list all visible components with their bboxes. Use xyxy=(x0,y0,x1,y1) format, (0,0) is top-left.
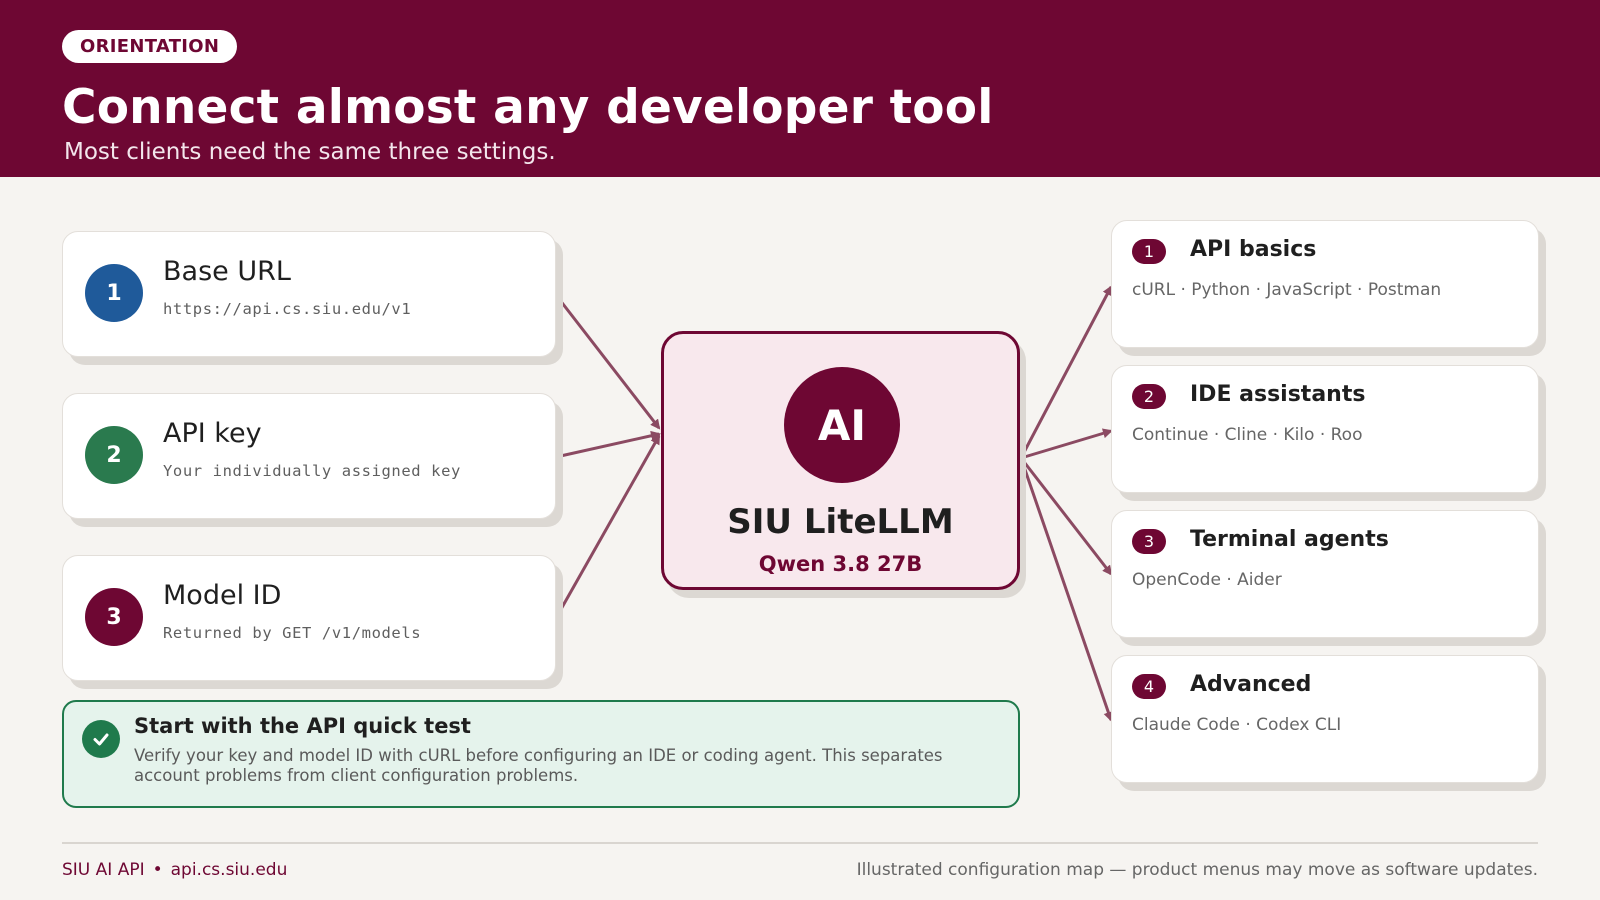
client-card-advanced: 4 Advanced Claude Code · Codex CLI xyxy=(1111,655,1539,783)
arrow-hub-to-advanced xyxy=(1019,457,1114,722)
setting-value: Returned by GET /v1/models xyxy=(163,624,422,642)
callout-body: Verify your key and model ID with cURL b… xyxy=(134,746,943,785)
footer-brand-name: SIU AI API xyxy=(62,860,145,880)
client-tools-list: OpenCode · Aider xyxy=(1132,570,1282,590)
client-category-title: Advanced xyxy=(1190,672,1312,697)
client-tools-list: Continue · Cline · Kilo · Roo xyxy=(1132,425,1363,445)
step-number-badge: 1 xyxy=(85,264,143,322)
arrow-model-id-to-hub xyxy=(554,434,661,619)
client-number-badge: 3 xyxy=(1132,529,1166,554)
setting-value: Your individually assigned key xyxy=(163,462,461,480)
arrow-hub-to-api-basics xyxy=(1019,285,1113,459)
setting-card-base-url: 1 Base URL https://api.cs.siu.edu/v1 xyxy=(62,231,556,357)
client-number-badge: 4 xyxy=(1132,674,1166,699)
client-card-terminal-agents: 3 Terminal agents OpenCode · Aider xyxy=(1111,510,1539,638)
ai-logo-icon: AI xyxy=(784,367,900,483)
arrow-hub-to-terminal-agents xyxy=(1019,457,1113,576)
client-category-title: IDE assistants xyxy=(1190,382,1366,407)
arrow-api-key-to-hub xyxy=(555,430,661,459)
client-card-api-basics: 1 API basics cURL · Python · JavaScript … xyxy=(1111,220,1539,348)
check-icon xyxy=(82,720,120,758)
step-number-badge: 3 xyxy=(85,588,143,646)
step-number-badge: 2 xyxy=(85,426,143,484)
callout-title: Start with the API quick test xyxy=(134,714,471,738)
client-tools-list: cURL · Python · JavaScript · Postman xyxy=(1132,280,1442,300)
footer-brand: SIU AI API • api.cs.siu.edu xyxy=(62,860,287,880)
footer-note: Illustrated configuration map — product … xyxy=(856,860,1538,880)
arrow-base-url-to-hub xyxy=(554,294,661,430)
client-number-badge: 1 xyxy=(1132,239,1166,264)
setting-title: API key xyxy=(163,418,262,449)
footer-separator: • xyxy=(152,860,163,880)
setting-value: https://api.cs.siu.edu/v1 xyxy=(163,300,412,318)
footer-divider xyxy=(62,842,1538,844)
client-category-title: Terminal agents xyxy=(1190,527,1389,552)
setting-title: Base URL xyxy=(163,256,291,287)
litellm-hub: AI SIU LiteLLM Qwen 3.8 27B xyxy=(661,331,1020,590)
setting-title: Model ID xyxy=(163,580,282,611)
client-category-title: API basics xyxy=(1190,237,1317,262)
hub-name: SIU LiteLLM xyxy=(727,502,954,542)
client-card-ide-assistants: 2 IDE assistants Continue · Cline · Kilo… xyxy=(1111,365,1539,493)
footer-domain-link[interactable]: api.cs.siu.edu xyxy=(171,860,288,880)
hub-model: Qwen 3.8 27B xyxy=(758,552,923,576)
quick-test-callout: Start with the API quick test Verify you… xyxy=(62,700,1020,808)
client-tools-list: Claude Code · Codex CLI xyxy=(1132,715,1342,735)
client-number-badge: 2 xyxy=(1132,384,1166,409)
setting-card-model-id: 3 Model ID Returned by GET /v1/models xyxy=(62,555,556,681)
setting-card-api-key: 2 API key Your individually assigned key xyxy=(62,393,556,519)
